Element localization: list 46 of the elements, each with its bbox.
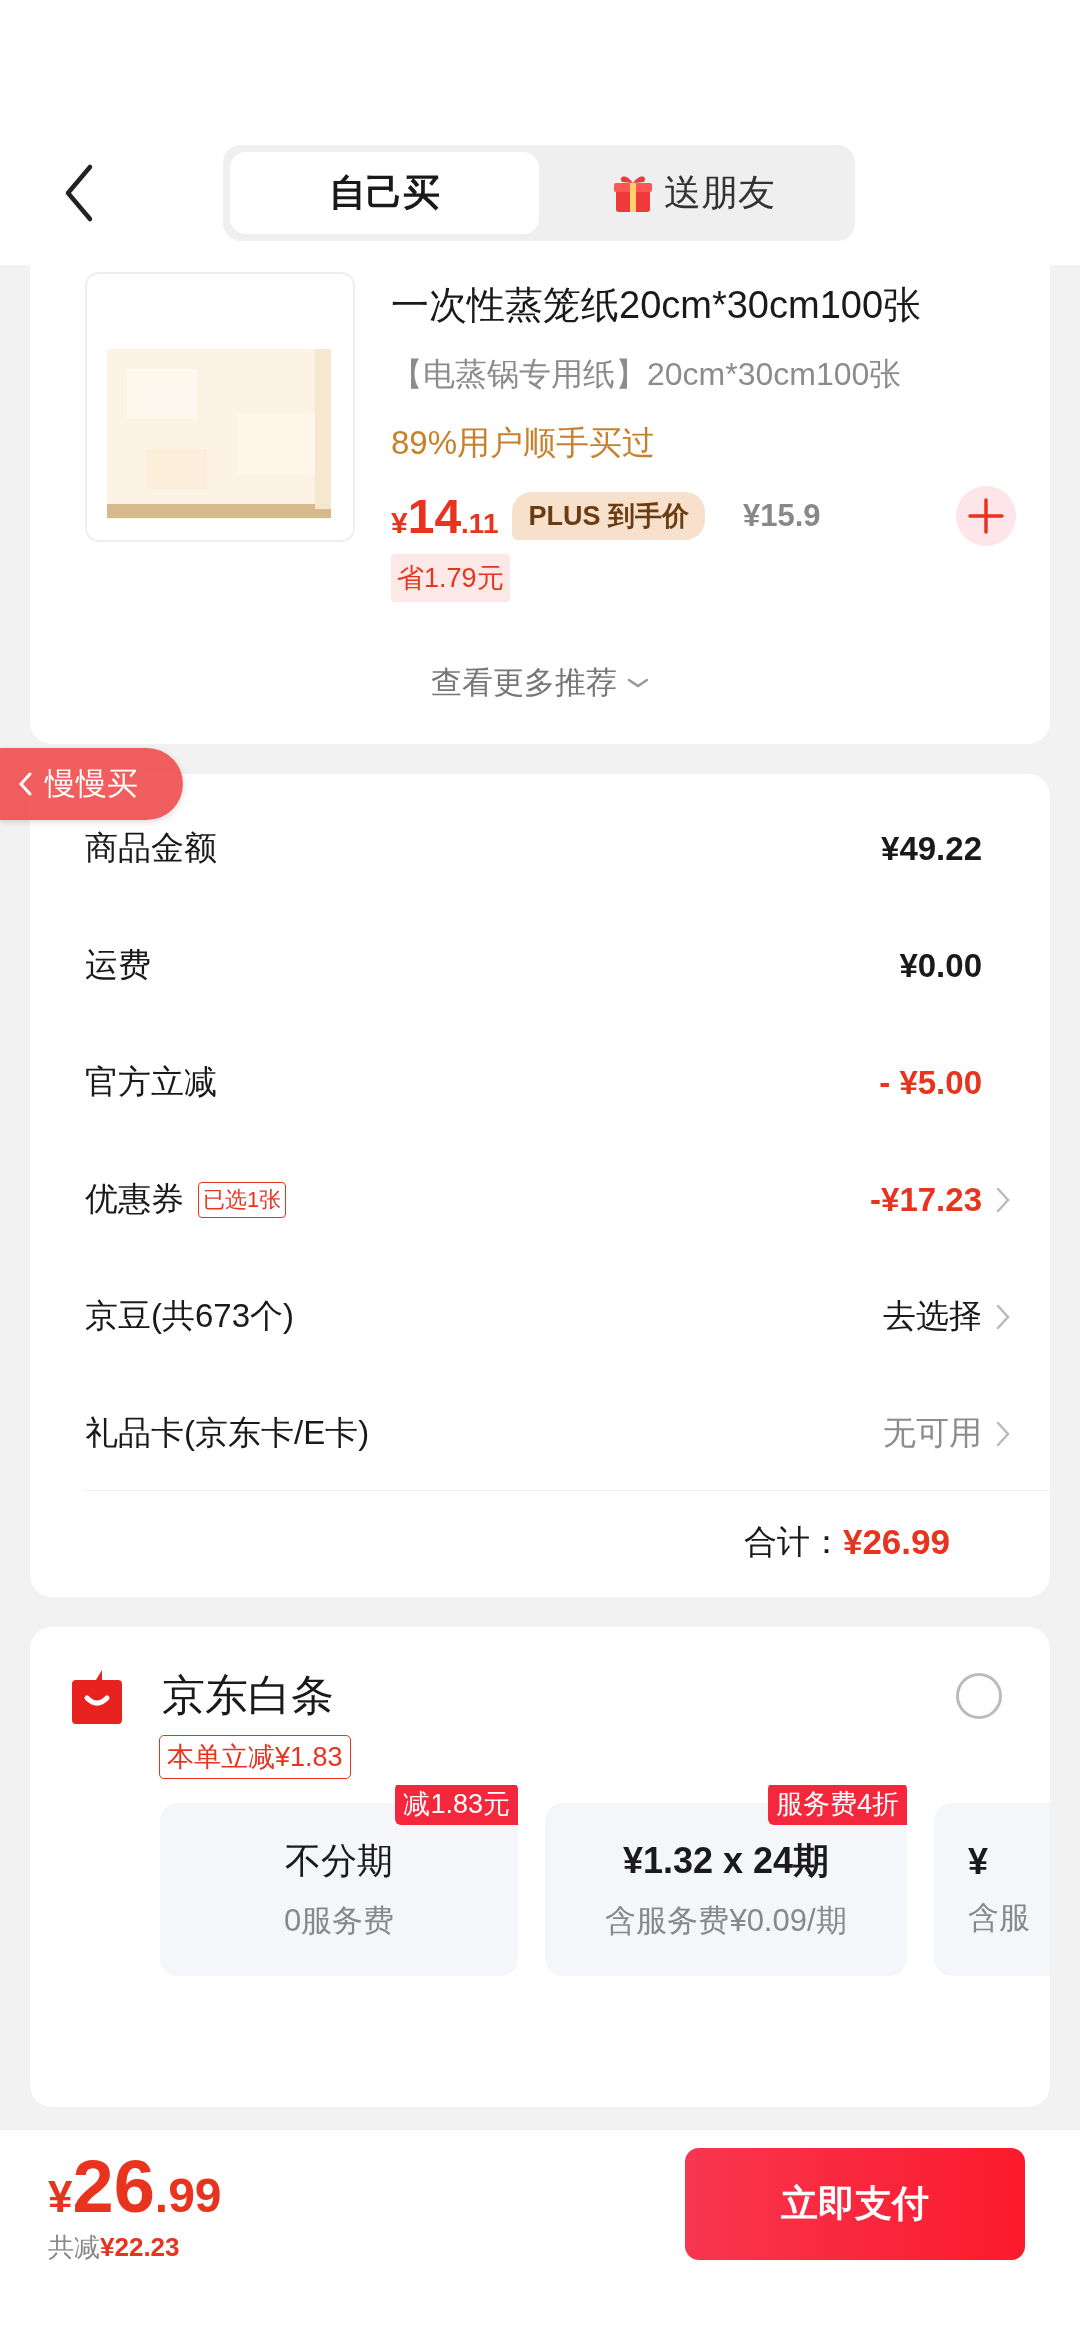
total-price: ¥26.99 (48, 2150, 222, 2224)
chevron-down-icon (627, 677, 649, 689)
installment-title: ¥1.32 x 24期 (622, 1839, 830, 1883)
total-label: 合计： (743, 1521, 843, 1562)
installment-option[interactable]: ¥ 含服 (934, 1803, 1050, 1976)
promo-badge: 减1.83元 (395, 1785, 518, 1825)
summary-value: ¥49.22 (881, 829, 982, 868)
summary-value[interactable]: 去选择 (883, 1294, 982, 1339)
summary-label: 商品金额 (85, 828, 217, 868)
plus-price-badge: PLUS 到手价 (512, 492, 705, 540)
summary-label: 京豆(共673个) (85, 1296, 295, 1336)
promo-badge: 服务费4折 (767, 1785, 907, 1825)
product-title: 一次性蒸笼纸20cm*30cm100张 (391, 283, 923, 328)
installment-fee: 含服务费¥0.09/期 (605, 1902, 847, 1940)
installment-fee: 0服务费 (283, 1902, 395, 1940)
plus-icon (968, 498, 1004, 534)
chevron-left-icon (18, 772, 33, 796)
saving-tag: 省1.79元 (391, 554, 510, 602)
product-price: ¥14.11 (391, 488, 499, 544)
chevron-right-icon[interactable] (996, 1186, 1010, 1213)
coupon-tag: 已选1张 (198, 1181, 287, 1218)
summary-value: - ¥5.00 (879, 1063, 982, 1102)
discount-tag: 本单立减¥1.83 (159, 1735, 351, 1779)
summary-value[interactable]: -¥17.23 (870, 1180, 982, 1219)
summary-label: 运费 (85, 945, 151, 985)
pay-now-button[interactable]: 立即支付 (685, 2148, 1025, 2260)
more-recommendations-link[interactable]: 查看更多推荐 (431, 662, 649, 704)
summary-label: 优惠券 (85, 1179, 184, 1219)
chevron-right-icon[interactable] (996, 1420, 1010, 1447)
summary-value: ¥0.00 (899, 946, 982, 985)
purchase-rate-text: 89%用户顺手买过 (391, 423, 657, 463)
summary-label: 礼品卡(京东卡/E卡) (85, 1413, 370, 1453)
chevron-right-icon[interactable] (996, 1303, 1010, 1330)
payment-method-name: 京东白条 (162, 1670, 334, 1721)
installment-fee: 含服 (968, 1898, 1030, 1937)
total-amount: ¥26.99 (842, 1522, 950, 1562)
installment-title: 不分期 (285, 1839, 393, 1883)
original-price: ¥15.9 (743, 498, 821, 534)
summary-label: 官方立减 (85, 1062, 217, 1102)
wallet-logo-icon (72, 1668, 122, 1724)
installment-title: ¥ (968, 1840, 989, 1883)
product-spec: 【电蒸锅专用纸】20cm*30cm100张 (391, 355, 903, 394)
total-savings: 共减¥22.23 (48, 2231, 181, 2264)
tab[interactable]: 自己买 (230, 152, 539, 234)
tab[interactable]: 送朋友 (539, 152, 848, 234)
radio-button[interactable] (956, 1673, 1002, 1719)
